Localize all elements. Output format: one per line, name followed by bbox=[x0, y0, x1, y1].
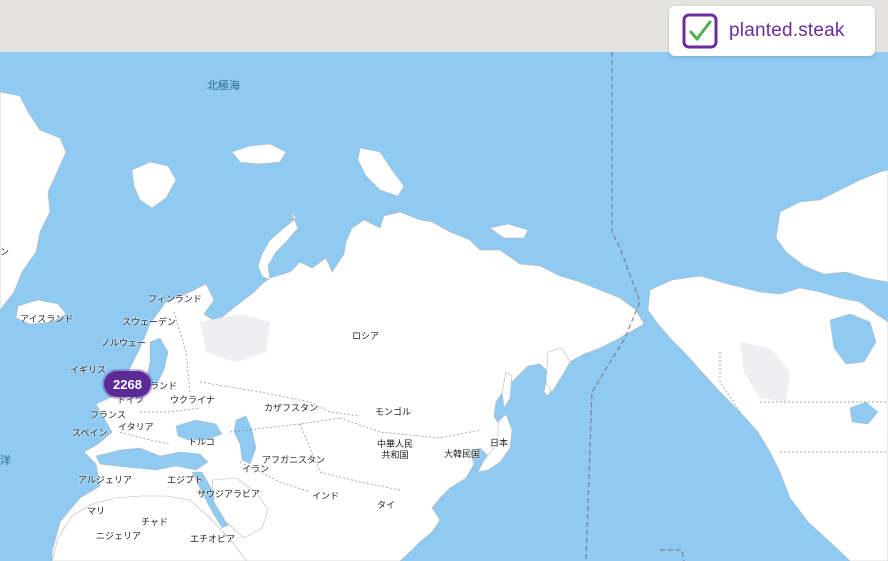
ukraine-label: ウクライナ bbox=[170, 396, 215, 406]
greenland-label-fragment: ン bbox=[0, 248, 10, 258]
algeria-label: アルジェリア bbox=[78, 476, 132, 486]
chad-label: チャド bbox=[141, 518, 168, 528]
severnaya-zemlya bbox=[357, 147, 405, 197]
brand-name: planted.steak bbox=[729, 20, 845, 41]
map-app: 北極海 洋 ン フィンランド アイスランド スウェーデン ノルウェー イギリス … bbox=[0, 0, 888, 561]
kazakhstan-label: カザフスタン bbox=[264, 404, 319, 414]
korea-label: 大韓民国 bbox=[444, 450, 481, 460]
canadian-arctic-islands bbox=[775, 169, 888, 283]
china-label-line-2: 共和国 bbox=[381, 451, 409, 461]
china-label-line-1: 中華人民 bbox=[377, 440, 414, 450]
atlantic-ocean-label-fragment: 洋 bbox=[0, 454, 11, 467]
spain-label: スペイン bbox=[72, 429, 108, 439]
turkey-label: トルコ bbox=[188, 438, 215, 448]
greenland-landmass bbox=[0, 91, 67, 311]
egypt-label: エジプト bbox=[167, 476, 204, 486]
world-map[interactable]: 北極海 洋 ン フィンランド アイスランド スウェーデン ノルウェー イギリス … bbox=[0, 52, 888, 561]
novaya-zemlya bbox=[257, 209, 299, 281]
france-label: フランス bbox=[90, 411, 126, 421]
nigeria-label: ニジェリア bbox=[96, 532, 142, 542]
italy-label: イタリア bbox=[118, 423, 154, 433]
afghanistan-label: アフガニスタン bbox=[262, 456, 326, 466]
norway-label: ノルウェー bbox=[101, 339, 147, 349]
poland-label: ランド bbox=[150, 382, 178, 392]
china-label: 中華人民 共和国 bbox=[377, 440, 413, 462]
svalbard-landmass bbox=[131, 161, 177, 209]
germany-label: ドイツ bbox=[117, 396, 145, 406]
location-cluster-marker[interactable]: 2268 bbox=[104, 371, 151, 397]
brand-badge[interactable]: planted.steak bbox=[669, 6, 875, 56]
map-canvas[interactable] bbox=[0, 52, 888, 561]
iceland-label: アイスランド bbox=[20, 315, 74, 325]
finland-label: フィンランド bbox=[148, 295, 202, 305]
checkbox-check-icon bbox=[682, 13, 718, 49]
russia-label: ロシア bbox=[352, 332, 380, 342]
uk-label: イギリス bbox=[70, 366, 107, 376]
japan-label: 日本 bbox=[490, 439, 509, 449]
thailand-label: タイ bbox=[377, 501, 396, 511]
india-label: インド bbox=[312, 492, 340, 502]
iran-label: イラン bbox=[242, 465, 270, 475]
mongolia-label: モンゴル bbox=[375, 408, 412, 418]
saudi-arabia-label: サウジアラビア bbox=[197, 490, 261, 500]
date-line-south-segment bbox=[660, 549, 685, 561]
sweden-label: スウェーデン bbox=[122, 318, 177, 328]
franz-josef-land bbox=[231, 143, 287, 165]
mali-label: マリ bbox=[87, 507, 106, 517]
ethiopia-label: エチオピア bbox=[190, 535, 236, 545]
new-siberian-islands bbox=[489, 223, 529, 239]
arctic-ocean-label: 北極海 bbox=[207, 79, 240, 92]
cluster-count: 2268 bbox=[113, 376, 142, 392]
